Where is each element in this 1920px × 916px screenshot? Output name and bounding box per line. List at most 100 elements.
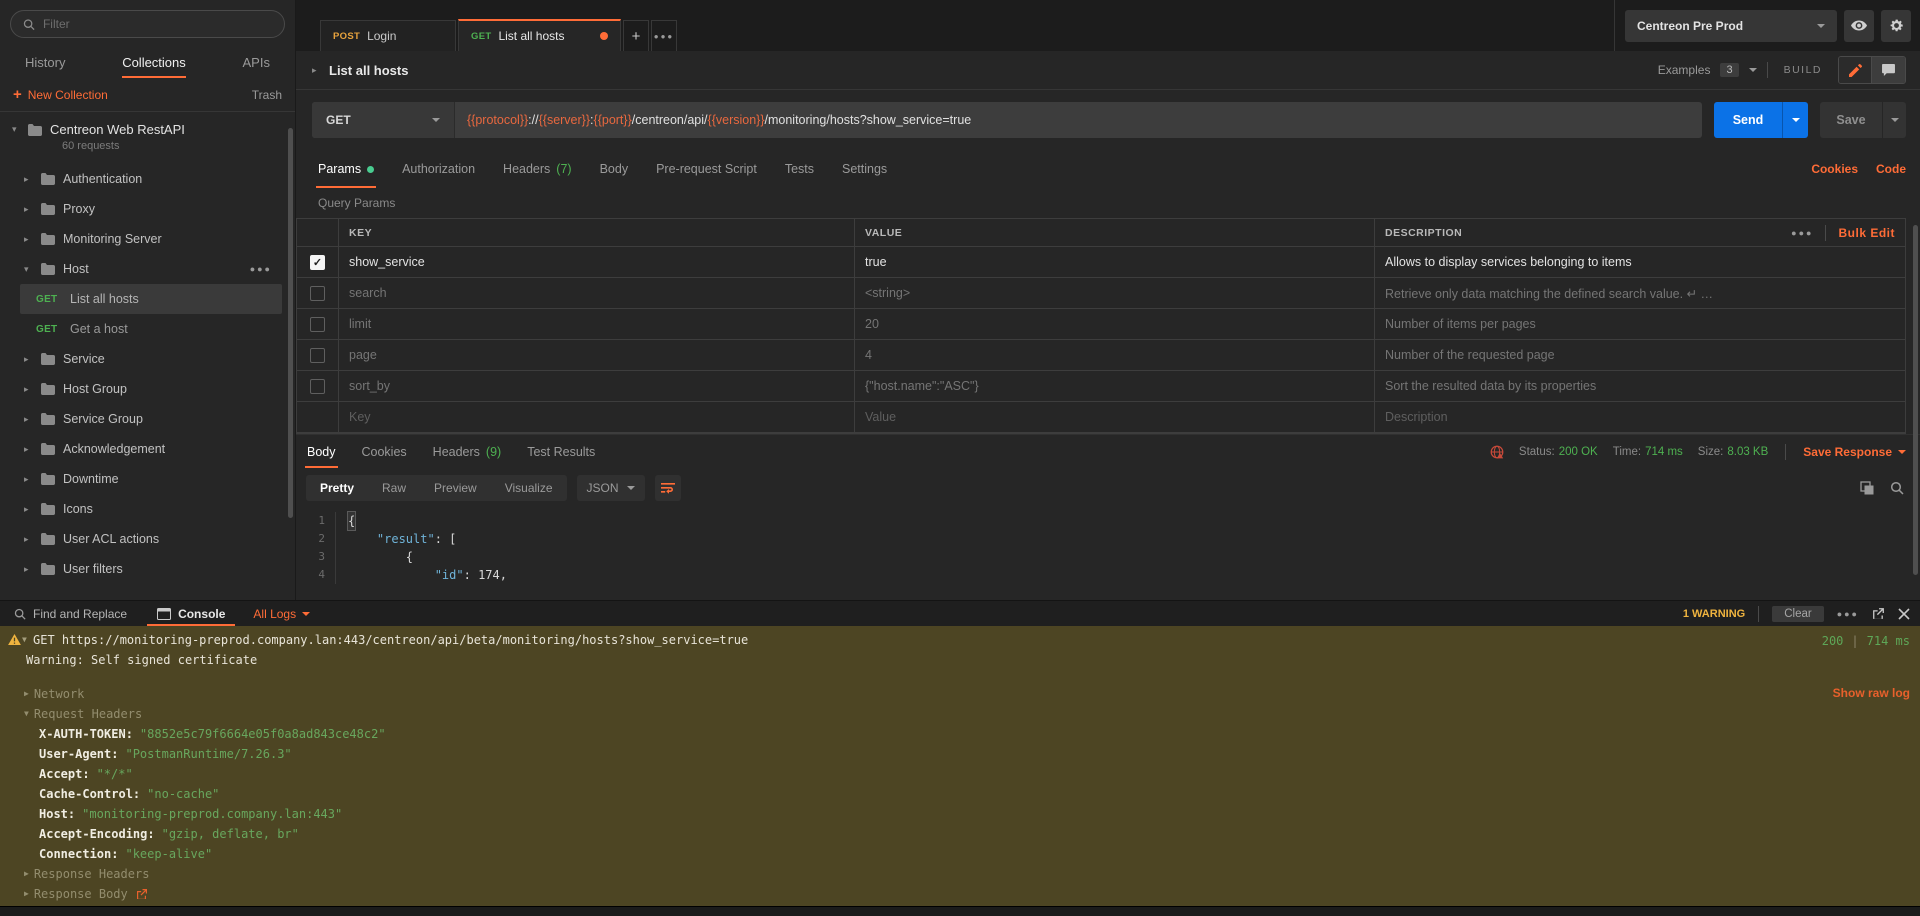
search-response-icon[interactable] bbox=[1890, 481, 1904, 495]
param-description-cell[interactable]: Number of the requested page bbox=[1375, 340, 1905, 371]
param-value-cell[interactable]: <string> bbox=[855, 278, 1375, 309]
param-description-cell[interactable]: Allows to display services belonging to … bbox=[1375, 247, 1905, 278]
open-tab-login[interactable]: POST Login bbox=[320, 20, 456, 51]
param-row-checkbox-cell[interactable] bbox=[297, 278, 339, 309]
response-tab-test-results[interactable]: Test Results bbox=[527, 435, 595, 468]
bulk-edit-link[interactable]: Bulk Edit bbox=[1838, 226, 1895, 240]
tree-folder-host[interactable]: ▾ Host ●●● bbox=[20, 254, 282, 284]
tab-headers[interactable]: Headers (7) bbox=[503, 150, 572, 188]
param-description-cell[interactable]: Number of items per pages bbox=[1375, 309, 1905, 340]
response-tab-headers[interactable]: Headers (9) bbox=[433, 435, 502, 468]
request-headers-group-toggle[interactable]: ▼Request Headers bbox=[0, 704, 1920, 724]
log-filter-selector[interactable]: All Logs bbox=[249, 601, 314, 626]
param-key-cell[interactable]: sort_by bbox=[339, 371, 855, 402]
open-response-body-button[interactable] bbox=[136, 888, 148, 900]
clear-console-button[interactable]: Clear bbox=[1772, 606, 1823, 622]
find-and-replace-button[interactable]: Find and Replace bbox=[10, 601, 131, 626]
chevron-down-icon[interactable] bbox=[1749, 68, 1757, 72]
checkbox-unchecked[interactable] bbox=[310, 317, 325, 332]
param-key-cell[interactable]: search bbox=[339, 278, 855, 309]
save-response-button[interactable]: Save Response bbox=[1803, 445, 1906, 459]
collection-header[interactable]: ▾ Centreon Web RestAPI 60 requests bbox=[0, 118, 295, 164]
wrap-text-button[interactable] bbox=[655, 475, 681, 501]
view-tab-raw[interactable]: Raw bbox=[368, 475, 420, 501]
copy-icon[interactable] bbox=[1860, 481, 1874, 495]
environment-quick-look-button[interactable] bbox=[1844, 10, 1874, 42]
environment-selector[interactable]: Centreon Pre Prod bbox=[1625, 10, 1837, 42]
main-scrollbar[interactable] bbox=[1913, 225, 1918, 575]
param-value-cell[interactable]: {"host.name":"ASC"} bbox=[855, 371, 1375, 402]
param-row-checkbox-cell[interactable]: ✓ bbox=[297, 247, 339, 278]
param-key-cell[interactable]: show_service bbox=[339, 247, 855, 278]
item-menu-icon[interactable]: ●●● bbox=[250, 264, 282, 274]
param-description-cell[interactable]: Sort the resulted data by its properties bbox=[1375, 371, 1905, 402]
tree-folder-acknowledgement[interactable]: ▸ Acknowledgement bbox=[20, 434, 282, 464]
url-input[interactable]: {{protocol}}://{{server}}:{{port}}/centr… bbox=[455, 102, 1702, 138]
checkbox-unchecked[interactable] bbox=[310, 286, 325, 301]
param-key-cell[interactable]: page bbox=[339, 340, 855, 371]
tree-folder-service-group[interactable]: ▸ Service Group bbox=[20, 404, 282, 434]
param-row-checkbox-cell[interactable] bbox=[297, 371, 339, 402]
response-tab-cookies[interactable]: Cookies bbox=[362, 435, 407, 468]
param-description-cell[interactable]: Description bbox=[1375, 402, 1905, 433]
tab-tests[interactable]: Tests bbox=[785, 150, 814, 188]
param-row-checkbox-cell[interactable] bbox=[297, 402, 339, 433]
sidebar-tab-collections[interactable]: Collections bbox=[122, 48, 186, 78]
send-button[interactable]: Send bbox=[1714, 102, 1782, 138]
comments-button[interactable] bbox=[1872, 57, 1905, 83]
param-key-cell[interactable]: Key bbox=[339, 402, 855, 433]
network-group-toggle[interactable]: ▶Network bbox=[0, 684, 1920, 704]
cookies-link[interactable]: Cookies bbox=[1811, 162, 1858, 176]
view-tab-visualize[interactable]: Visualize bbox=[491, 475, 567, 501]
param-description-cell[interactable]: Retrieve only data matching the defined … bbox=[1375, 278, 1905, 309]
response-tab-body[interactable]: Body bbox=[307, 435, 336, 468]
send-options-button[interactable] bbox=[1782, 102, 1808, 138]
new-collection-button[interactable]: +New Collection bbox=[13, 87, 108, 102]
code-link[interactable]: Code bbox=[1876, 162, 1906, 176]
console-options-icon[interactable]: ●●● bbox=[1837, 609, 1859, 619]
sidebar-tab-apis[interactable]: APIs bbox=[243, 48, 270, 78]
method-selector[interactable]: GET bbox=[312, 102, 455, 138]
show-raw-log-link[interactable]: Show raw log bbox=[1833, 686, 1910, 700]
sidebar-scrollbar[interactable] bbox=[288, 128, 293, 518]
tree-folder-monitoring-server[interactable]: ▸ Monitoring Server bbox=[20, 224, 282, 254]
param-value-cell[interactable]: 20 bbox=[855, 309, 1375, 340]
response-body-viewer[interactable]: 1{2 "result": [3 {4 "id": 174, bbox=[296, 508, 1920, 600]
tree-folder-service[interactable]: ▸ Service bbox=[20, 344, 282, 374]
chevron-down-icon[interactable]: ▾ bbox=[12, 124, 21, 135]
tree-folder-user-acl-actions[interactable]: ▸ User ACL actions bbox=[20, 524, 282, 554]
tab-options-button[interactable]: ●●● bbox=[651, 20, 677, 51]
checkbox-checked[interactable]: ✓ bbox=[310, 255, 325, 270]
tree-folder-host-group[interactable]: ▸ Host Group bbox=[20, 374, 282, 404]
save-button[interactable]: Save bbox=[1820, 102, 1882, 138]
close-console-icon[interactable] bbox=[1898, 608, 1910, 620]
environment-settings-button[interactable] bbox=[1881, 10, 1911, 42]
filter-input[interactable] bbox=[43, 17, 272, 31]
tab-body[interactable]: Body bbox=[600, 150, 629, 188]
open-tab-list-all-hosts[interactable]: GET List all hosts bbox=[458, 19, 621, 51]
language-selector[interactable]: JSON bbox=[577, 475, 645, 501]
console-request-line[interactable]: ▼ GET https://monitoring-preprod.company… bbox=[0, 630, 1920, 650]
param-row-checkbox-cell[interactable] bbox=[297, 340, 339, 371]
tab-settings[interactable]: Settings bbox=[842, 150, 887, 188]
param-value-cell[interactable]: Value bbox=[855, 402, 1375, 433]
checkbox-unchecked[interactable] bbox=[310, 379, 325, 394]
response-headers-group-toggle[interactable]: ▶Response Headers bbox=[0, 864, 1920, 884]
open-console-window-icon[interactable] bbox=[1872, 607, 1885, 620]
param-value-cell[interactable]: true bbox=[855, 247, 1375, 278]
filter-search[interactable] bbox=[10, 10, 285, 38]
tree-request-get-a-host[interactable]: GET Get a host bbox=[20, 314, 282, 344]
tree-request-list-all-hosts[interactable]: GET List all hosts bbox=[20, 284, 282, 314]
params-options-icon[interactable]: ●●● bbox=[1791, 228, 1813, 238]
console-tab[interactable]: Console bbox=[153, 601, 229, 626]
tree-folder-proxy[interactable]: ▸ Proxy bbox=[20, 194, 282, 224]
edit-documentation-button[interactable] bbox=[1839, 57, 1872, 83]
examples-label[interactable]: Examples bbox=[1658, 63, 1711, 77]
checkbox-unchecked[interactable] bbox=[310, 348, 325, 363]
view-tab-preview[interactable]: Preview bbox=[420, 475, 491, 501]
tree-folder-authentication[interactable]: ▸ Authentication bbox=[20, 164, 282, 194]
response-body-group-toggle[interactable]: ▶ Response Body bbox=[0, 884, 1920, 904]
tab-params[interactable]: Params bbox=[318, 150, 374, 188]
param-row-checkbox-cell[interactable] bbox=[297, 309, 339, 340]
tree-folder-icons[interactable]: ▸ Icons bbox=[20, 494, 282, 524]
